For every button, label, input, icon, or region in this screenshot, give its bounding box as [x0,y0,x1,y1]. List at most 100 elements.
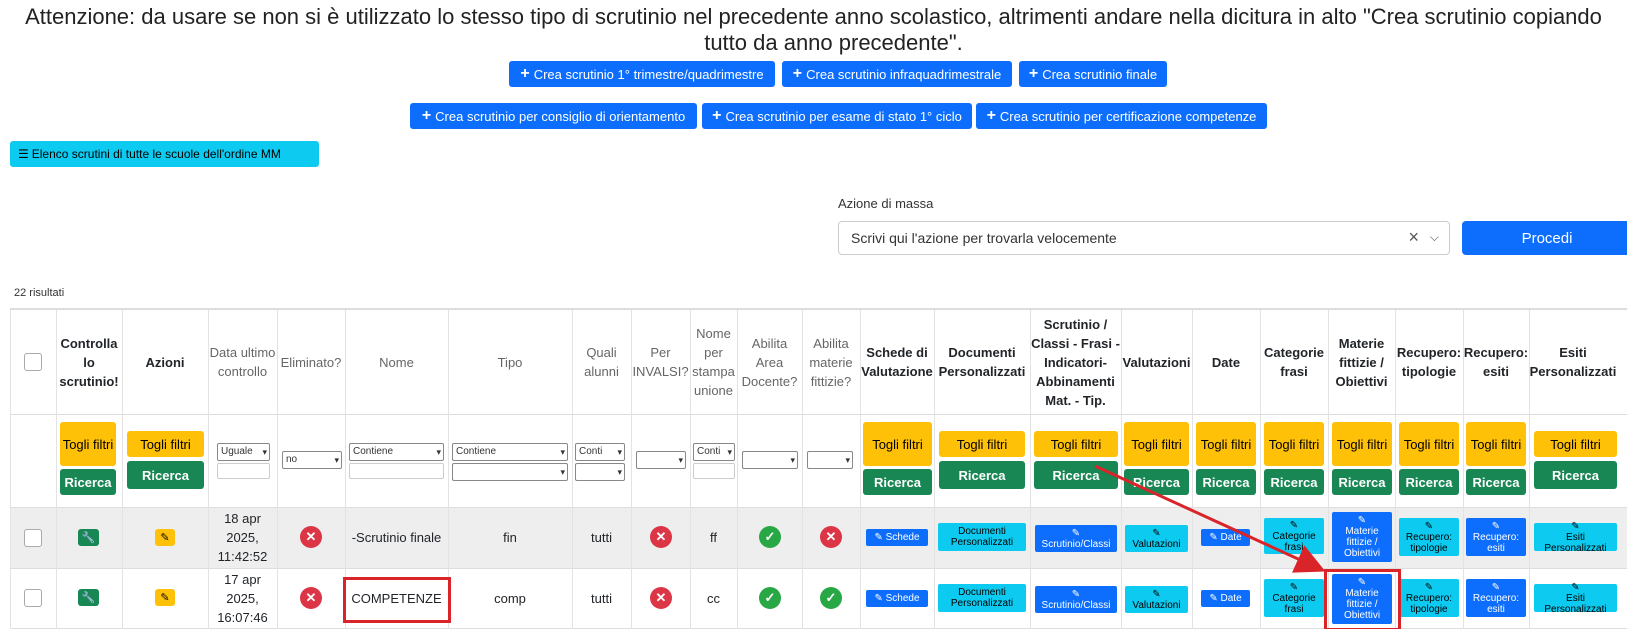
header-invalsi[interactable]: Per INVALSI? [631,310,690,414]
filter-eliminato-select[interactable]: no ▾ [282,451,342,469]
cell-nome-stampa: cc [707,590,720,606]
ricerca-button[interactable]: Ricerca [863,469,932,495]
button-label: Crea scrutinio finale [1042,66,1158,82]
ricerca-button[interactable]: Ricerca [1399,469,1459,495]
create-trimestre-button[interactable]: + Crea scrutinio 1° trimestre/quadrimestr… [509,61,775,87]
header-data[interactable]: Data ultimo controllo [208,310,277,414]
check-icon: ✓ [820,587,842,609]
filter-nome-stampa-select[interactable]: Conti ▾ [693,443,735,461]
ricerca-button[interactable]: Ricerca [60,469,116,495]
schede-button[interactable]: ✎ Schede [866,590,928,607]
togli-filtri-button[interactable]: Togli filtri [1034,431,1118,457]
filter-nome-select[interactable]: Contiene ▾ [349,443,444,461]
ricerca-button[interactable]: Ricerca [1534,461,1617,489]
recupero-tipologie-button[interactable]: ✎ Recupero: tipologie [1399,579,1459,617]
togli-filtri-button[interactable]: Togli filtri [1466,422,1526,466]
togli-filtri-button[interactable]: Togli filtri [1124,422,1189,466]
categorie-frasi-button[interactable]: ✎ Categorie frasi [1264,518,1324,554]
filter-quali-select[interactable]: Conti ▾ [575,443,625,461]
clear-icon[interactable]: × [1408,227,1419,248]
togli-filtri-button[interactable]: Togli filtri [1534,431,1617,457]
wrench-icon[interactable]: 🔧 [78,589,99,606]
header-date: Date [1211,354,1241,370]
categorie-frasi-button[interactable]: ✎ Categorie frasi [1264,579,1324,617]
create-competenze-button[interactable]: + Crea scrutinio per certificazione compe… [976,103,1267,129]
valutazioni-button[interactable]: ✎ Valutazioni [1125,525,1188,552]
button-label: Materie fittizie / Obiettivi [1343,526,1381,559]
filter-tipo-value-select[interactable]: ▾ [452,463,568,481]
header-eliminato[interactable]: Eliminato? [277,310,345,414]
header-materie-fittizie[interactable]: Abilita materie fittizie? [802,310,860,414]
togli-filtri-button[interactable]: Togli filtri [60,422,116,466]
create-esame-stato-button[interactable]: + Crea scrutinio per esame di stato 1° ci… [702,103,972,129]
recupero-tipologie-button[interactable]: ✎ Recupero: tipologie [1399,518,1459,556]
ricerca-button[interactable]: Ricerca [1124,469,1189,495]
documenti-button[interactable]: Documenti Personalizzati [938,584,1026,612]
filter-area-docente-select[interactable]: ▾ [742,451,798,469]
recupero-esiti-button[interactable]: ✎ Recupero: esiti [1466,518,1526,556]
button-label: Recupero: tipologie [1405,531,1453,554]
edit-icon: ✎ [1571,581,1580,593]
filter-invalsi-select[interactable]: ▾ [636,451,686,469]
valutazioni-button[interactable]: ✎ Valutazioni [1125,586,1188,613]
togli-filtri-button[interactable]: Togli filtri [1196,422,1256,466]
ricerca-button[interactable]: Ricerca [939,461,1025,489]
cell-tipo: comp [494,590,526,606]
chevron-down-icon[interactable]: ⌵ [1430,230,1439,245]
date-button[interactable]: ✎ Date [1201,529,1250,546]
ricerca-button[interactable]: Ricerca [1332,469,1392,495]
row-checkbox[interactable] [24,529,42,547]
ricerca-button[interactable]: Ricerca [1196,469,1256,495]
esiti-button[interactable]: ✎ Esiti Personalizzati [1534,581,1617,615]
ricerca-button[interactable]: Ricerca [1034,461,1118,489]
togli-filtri-button[interactable]: Togli filtri [939,431,1025,457]
togli-filtri-button[interactable]: Togli filtri [1332,422,1392,466]
mass-action-label: Azione di massa [838,196,934,211]
wrench-icon[interactable]: 🔧 [78,529,99,546]
filter-data-input[interactable] [217,463,270,479]
filter-tipo-select[interactable]: Contiene ▾ [452,443,568,461]
materie-fittizie-button[interactable]: ✎ Materie fittizie / Obiettivi [1332,512,1392,562]
edit-icon[interactable]: ✎ [155,589,175,606]
esiti-button[interactable]: ✎ Esiti Personalizzati [1534,521,1617,554]
mass-action-select[interactable]: Scrivi qui l'azione per trovarla velocem… [838,221,1450,255]
togli-filtri-button[interactable]: Togli filtri [1399,422,1459,466]
button-label: Crea scrutinio per esame di stato 1° cic… [725,108,962,124]
elenco-scrutini-button[interactable]: ☰ Elenco scrutini di tutte le scuole dell… [10,141,319,167]
filter-data-select[interactable]: Uguale ▾ [217,443,270,461]
create-finale-button[interactable]: + Crea scrutinio finale [1019,61,1167,87]
edit-icon[interactable]: ✎ [155,529,175,546]
header-nome-stampa[interactable]: Nome per stampa unione [690,310,737,414]
ricerca-button[interactable]: Ricerca [1466,469,1526,495]
chevron-down-icon: ▾ [334,455,339,465]
scrutinio-classi-button[interactable]: ✎ Scrutinio/Classi [1035,525,1117,552]
filter-nome-stampa-input[interactable] [693,463,735,479]
recupero-esiti-button[interactable]: ✎ Recupero: esiti [1466,579,1526,617]
date-button[interactable]: ✎ Date [1201,590,1250,607]
togli-filtri-button[interactable]: Togli filtri [1264,422,1324,466]
create-infraquadrimestrale-button[interactable]: + Crea scrutinio infraquadrimestrale [782,61,1012,87]
header-nome[interactable]: Nome [345,310,448,414]
header-quali-alunni[interactable]: Quali alunni [572,310,631,414]
header-area-docente[interactable]: Abilita Area Docente? [737,310,802,414]
scrutinio-classi-button[interactable]: ✎ Scrutinio/Classi [1035,586,1117,613]
filter-nome-input[interactable] [349,463,444,479]
togli-filtri-button[interactable]: Togli filtri [863,422,932,466]
filter-materie-fittizie-select[interactable]: ▾ [807,451,853,469]
togli-filtri-button[interactable]: Togli filtri [127,431,204,457]
select-all-checkbox[interactable] [24,353,42,371]
row-checkbox[interactable] [24,589,42,607]
edit-icon: ✎ [1424,520,1434,532]
schede-button[interactable]: ✎ Schede [866,529,928,546]
cell-data: 17 apr 2025, 16:07:46 [217,571,268,625]
documenti-button[interactable]: Documenti Personalizzati [938,523,1026,551]
procedi-button[interactable]: Procedi [1462,221,1627,255]
create-orientamento-button[interactable]: + Crea scrutinio per consiglio di orienta… [410,103,697,129]
button-label: Schede [885,593,920,604]
header-tipo[interactable]: Tipo [448,310,572,414]
select-value: Conti [579,446,603,457]
plus-icon: + [712,107,722,124]
filter-quali-value-select[interactable]: ▾ [575,463,625,481]
ricerca-button[interactable]: Ricerca [127,461,204,489]
ricerca-button[interactable]: Ricerca [1264,469,1324,495]
